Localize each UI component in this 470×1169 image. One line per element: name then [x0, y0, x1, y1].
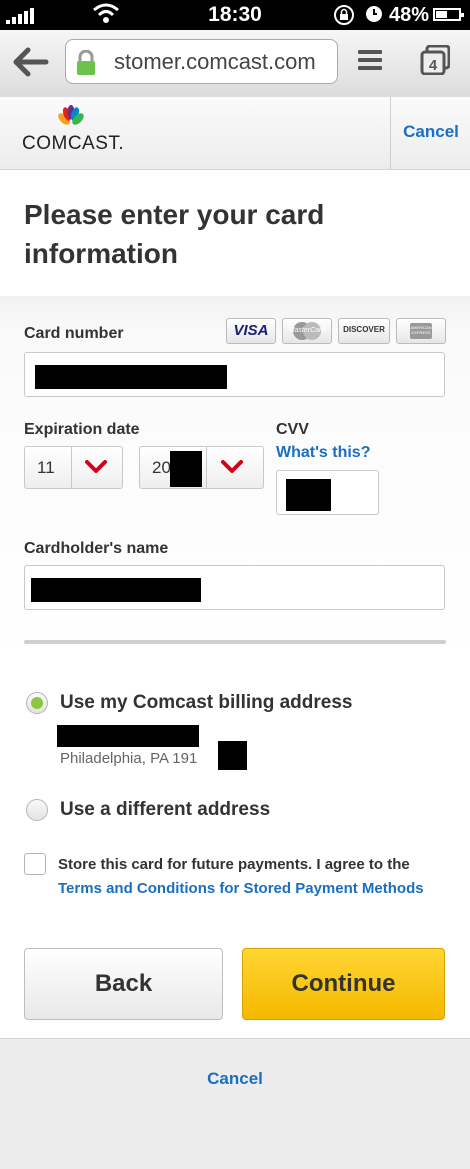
cvv-help-link[interactable]: What's this? — [276, 444, 370, 462]
discover-icon: DISCOVER — [338, 318, 390, 344]
rotation-lock-icon — [334, 5, 354, 25]
cardholder-name-input[interactable] — [24, 565, 445, 610]
billing-address-option-label[interactable]: Use my Comcast billing address — [60, 692, 353, 714]
visa-icon: VISA — [226, 318, 276, 344]
page-footer: Cancel — [0, 1038, 470, 1169]
header-cancel-link[interactable]: Cancel — [392, 122, 470, 142]
redacted-zip — [218, 741, 247, 770]
redacted-cvv — [286, 479, 331, 511]
comcast-logo: COMCAST. — [22, 105, 125, 157]
back-button[interactable]: Back — [24, 948, 223, 1020]
cvv-input[interactable] — [276, 470, 379, 515]
card-number-label: Card number — [24, 325, 124, 342]
site-header: COMCAST. Cancel — [0, 97, 470, 170]
exp-year-value: 20 — [152, 458, 171, 477]
tabs-icon[interactable]: 4 — [420, 45, 450, 75]
back-arrow-icon[interactable] — [13, 47, 49, 77]
cvv-label: CVV — [276, 421, 309, 438]
url-text: stomer.comcast.com — [114, 49, 316, 74]
url-bar[interactable]: stomer.comcast.com — [65, 39, 338, 84]
phone-screen: 18:30 48% stomer.comcast.com 4 COMCAST. … — [0, 0, 470, 1169]
header-divider — [390, 97, 391, 169]
browser-toolbar: stomer.comcast.com 4 — [0, 30, 470, 98]
radio-selected-dot — [31, 697, 43, 709]
status-bar: 18:30 48% — [0, 0, 470, 30]
menu-icon[interactable] — [358, 50, 382, 74]
store-card-checkbox[interactable] — [24, 853, 46, 875]
main-content: Please enter your card information Card … — [0, 170, 470, 1038]
continue-button[interactable]: Continue — [242, 948, 445, 1020]
exp-month-value: 11 — [37, 458, 55, 477]
logo-text: COMCAST. — [22, 133, 125, 154]
store-card-prefix: Store this card for future payments. I a… — [58, 856, 410, 873]
redacted-cardholder-name — [31, 578, 201, 602]
page-title: Please enter your card information — [24, 199, 325, 269]
exp-year-select[interactable]: 20 — [139, 446, 264, 489]
payment-form — [0, 296, 470, 1038]
expiration-label: Expiration date — [24, 421, 140, 438]
peacock-icon — [58, 105, 84, 125]
section-divider — [24, 640, 446, 644]
different-address-radio[interactable] — [26, 799, 48, 821]
footer-cancel-link[interactable]: Cancel — [0, 1069, 470, 1089]
billing-address-radio[interactable] — [26, 692, 48, 714]
battery-icon — [433, 8, 464, 21]
battery-percent: 48% — [389, 4, 430, 26]
tab-count: 4 — [429, 57, 438, 74]
card-number-input[interactable] — [24, 352, 445, 397]
redacted-card-number — [35, 365, 227, 389]
padlock-icon — [77, 50, 95, 75]
amex-icon: AMERICAN EXPRESS — [396, 318, 446, 344]
title-section: Please enter your card information — [0, 170, 470, 296]
exp-month-select[interactable]: 11 — [24, 446, 123, 489]
mastercard-icon: MasterCard — [282, 318, 332, 344]
store-card-text: Store this card for future payments. I a… — [58, 853, 453, 901]
cardholder-label: Cardholder's name — [24, 540, 169, 557]
alarm-icon — [366, 6, 382, 22]
redacted-year — [170, 451, 202, 487]
chevron-down-icon — [221, 460, 243, 473]
terms-link[interactable]: Terms and Conditions for Stored Payment … — [58, 880, 424, 897]
redacted-street-address — [57, 725, 199, 747]
different-address-option-label[interactable]: Use a different address — [60, 799, 270, 821]
chevron-down-icon — [85, 460, 107, 473]
billing-city-line: Philadelphia, PA 191 — [60, 750, 198, 767]
